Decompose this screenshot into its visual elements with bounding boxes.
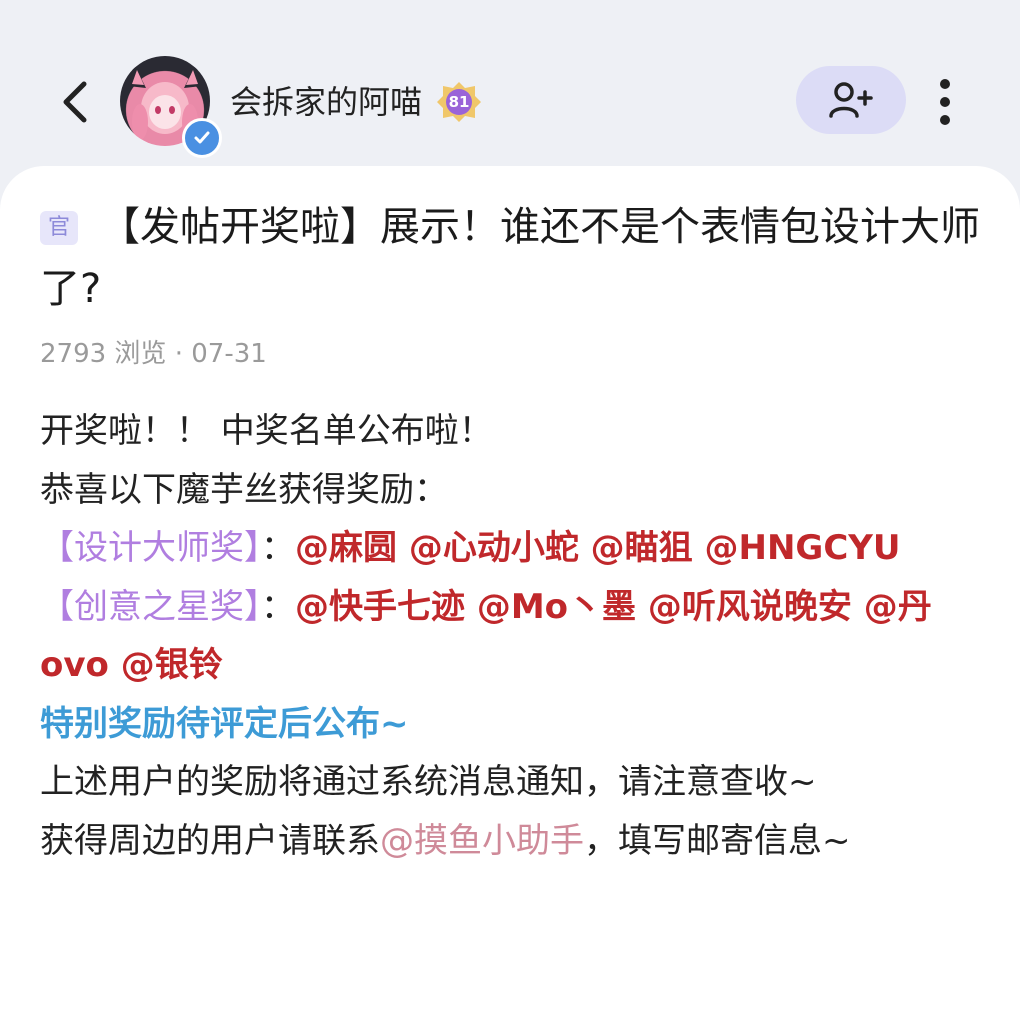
contact-line: 获得周边的用户请联系@摸鱼小助手，填写邮寄信息~ <box>40 812 980 871</box>
notice-line: 上述用户的奖励将通过系统消息通知，请注意查收~ <box>40 762 817 802</box>
verified-badge-icon <box>182 118 222 158</box>
post-title-block: 官【发帖开奖啦】展示！谁还不是个表情包设计大师了? <box>40 196 980 320</box>
meta-separator: · <box>174 339 183 369</box>
level-number: 81 <box>448 93 470 111</box>
post-date: 07-31 <box>191 339 267 369</box>
user-plus-icon <box>829 82 873 118</box>
back-button[interactable] <box>50 72 100 132</box>
username[interactable]: 会拆家的阿喵 <box>230 80 422 124</box>
contact-prefix: 获得周边的用户请联系 <box>40 820 380 861</box>
award-winners[interactable]: @麻圆 @心动小蛇 @瞄狙 @HNGCYU <box>295 528 901 568</box>
award-name: 【设计大师奖】 <box>40 528 261 568</box>
announcement-line: 开奖啦！！ 中奖名单公布啦！ <box>40 411 493 451</box>
post-body: 开奖啦！！ 中奖名单公布啦！ 恭喜以下魔芋丝获得奖励： 【设计大师奖】：@麻圆 … <box>40 402 980 870</box>
award-separator: ： <box>261 586 295 627</box>
post-card: 官【发帖开奖啦】展示！谁还不是个表情包设计大师了? 2793 浏览 · 07-3… <box>0 166 1020 1026</box>
post-title: 【发帖开奖啦】展示！谁还不是个表情包设计大师了? <box>40 204 980 312</box>
special-award-note: 特别奖励待评定后公布~ <box>40 703 409 744</box>
follow-button[interactable] <box>796 66 906 134</box>
award-name: 【创意之星奖】 <box>40 586 261 627</box>
assistant-mention-link[interactable]: @摸鱼小助手 <box>380 821 584 861</box>
award-separator: ： <box>261 528 295 568</box>
chevron-left-icon <box>63 81 87 123</box>
avatar[interactable] <box>120 56 222 158</box>
award-creative-star: 【创意之星奖】：@快手七迹 @Mo丶墨 @听风说晚安 @丹ovo @银铃 <box>40 578 980 695</box>
official-tag: 官 <box>40 211 78 245</box>
level-badge: 81 <box>435 80 483 124</box>
view-count: 2793 浏览 <box>40 339 167 369</box>
congrats-line: 恭喜以下魔芋丝获得奖励： <box>40 469 448 510</box>
award-design-master: 【设计大师奖】：@麻圆 @心动小蛇 @瞄狙 @HNGCYU <box>40 519 980 578</box>
contact-suffix: ，填写邮寄信息~ <box>584 820 851 861</box>
more-vertical-icon <box>940 79 950 89</box>
post-meta: 2793 浏览 · 07-31 <box>40 334 267 374</box>
more-options-button[interactable] <box>925 72 965 132</box>
top-bar: 会拆家的阿喵 81 <box>0 0 1020 170</box>
